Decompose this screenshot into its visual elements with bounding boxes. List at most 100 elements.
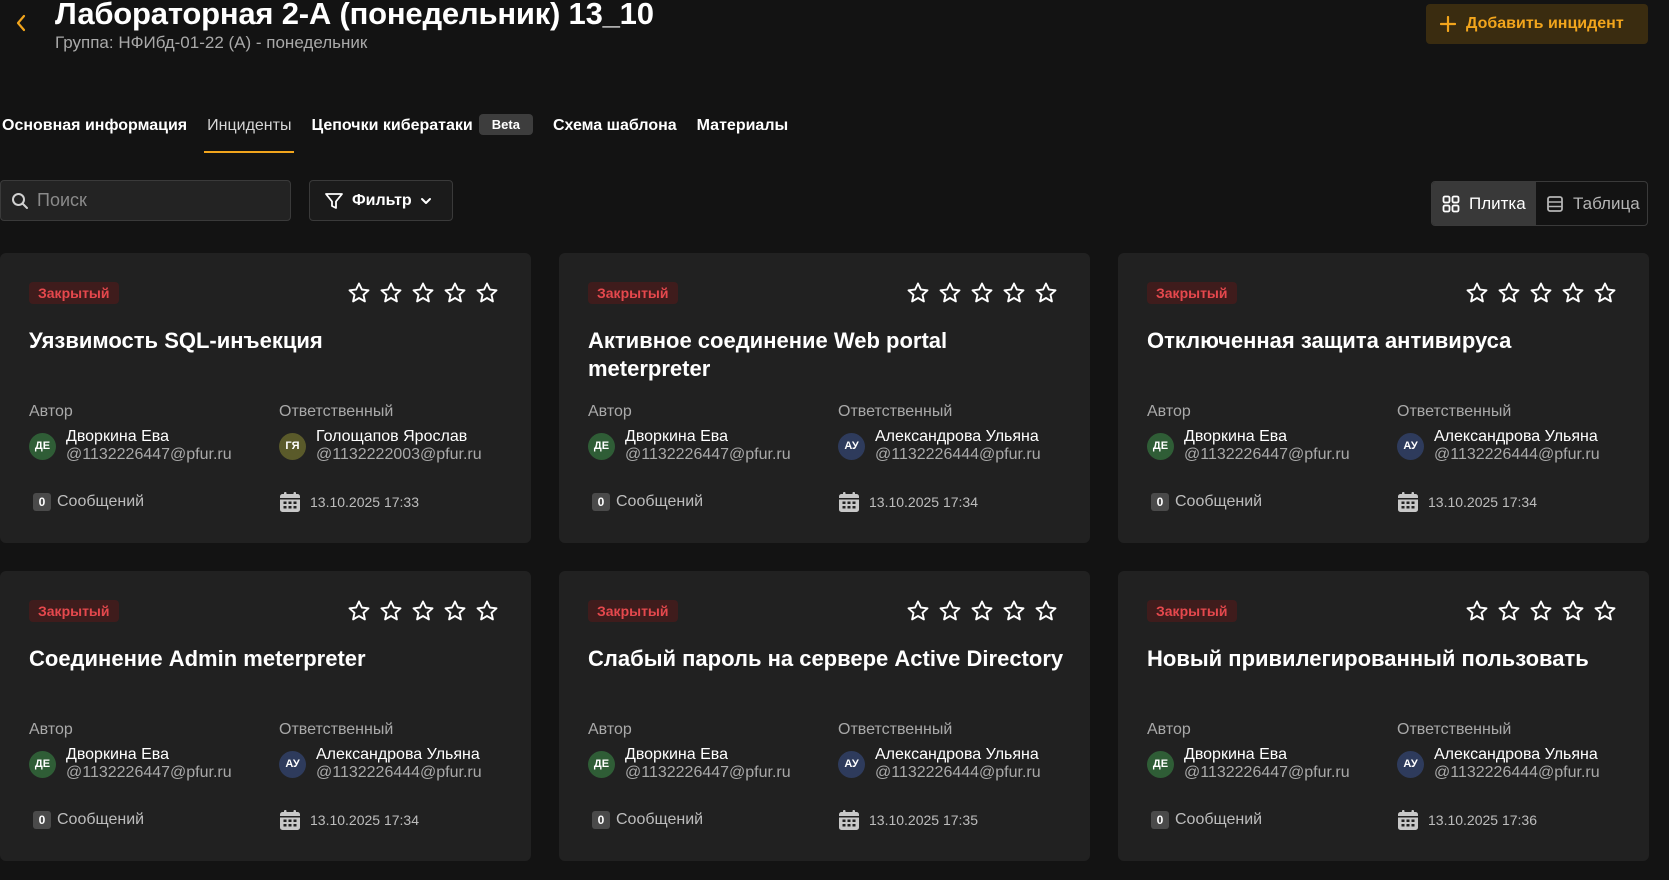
star-icon[interactable] <box>379 599 403 623</box>
add-incident-button[interactable]: Добавить инцидент <box>1426 4 1648 44</box>
incident-card[interactable]: Закрытый Активное соединение Web portal … <box>559 253 1090 543</box>
star-icon[interactable] <box>475 599 499 623</box>
beta-badge: Beta <box>478 114 533 135</box>
calendar-icon <box>280 810 300 830</box>
messages-count: 0 Сообщений <box>1151 811 1262 829</box>
tab-main-info[interactable]: Основная информация <box>2 108 187 153</box>
responsible-email: @1132226444@pfur.ru <box>1434 764 1600 781</box>
back-button[interactable] <box>10 10 32 36</box>
responsible-block: Ответственный АУ Александрова Ульяна @11… <box>279 721 482 782</box>
incident-date: 13.10.2025 17:34 <box>279 809 419 831</box>
avatar: АУ <box>279 750 306 778</box>
star-icon[interactable] <box>347 281 371 305</box>
incident-card[interactable]: Закрытый Соединение Admin meterpreter Ав… <box>0 571 531 861</box>
view-tile-button[interactable]: Плитка <box>1432 182 1536 225</box>
responsible-name: Александрова Ульяна <box>875 746 1039 763</box>
filter-button[interactable]: Фильтр <box>309 180 453 221</box>
incident-card[interactable]: Закрытый Новый привилегированный пользов… <box>1118 571 1649 861</box>
search-input[interactable] <box>37 190 277 211</box>
author-block: Автор ДЕ Дворкина Ева @1132226447@pfur.r… <box>1147 403 1350 464</box>
star-icon[interactable] <box>411 599 435 623</box>
author-email: @1132226447@pfur.ru <box>1184 446 1350 463</box>
responsible-name: Александрова Ульяна <box>875 428 1039 445</box>
grid-icon <box>1442 195 1460 212</box>
filter-label: Фильтр <box>352 191 412 209</box>
responsible-email: @1132226444@pfur.ru <box>875 764 1041 781</box>
responsible-name: Александрова Ульяна <box>1434 428 1598 445</box>
incident-title: Отключенная защита антивируса <box>1147 328 1512 353</box>
responsible-label: Ответственный <box>838 403 953 420</box>
star-icon[interactable] <box>411 281 435 305</box>
messages-label: Сообщений <box>1175 493 1263 510</box>
incident-card[interactable]: Закрытый Уязвимость SQL-инъекция Автор Д… <box>0 253 531 543</box>
star-icon[interactable] <box>443 599 467 623</box>
star-icon[interactable] <box>1002 599 1026 623</box>
star-icon[interactable] <box>938 281 962 305</box>
star-icon[interactable] <box>970 281 994 305</box>
author-block: Автор ДЕ Дворкина Ева @1132226447@pfur.r… <box>1147 721 1350 782</box>
star-icon[interactable] <box>906 599 930 623</box>
status-badge: Закрытый <box>588 600 678 622</box>
table-icon <box>1547 195 1563 212</box>
star-icon[interactable] <box>1034 599 1058 623</box>
star-icon[interactable] <box>379 281 403 305</box>
star-icon[interactable] <box>1034 281 1058 305</box>
responsible-label: Ответственный <box>1397 721 1512 738</box>
incident-title: Слабый пароль на сервере Active Director… <box>588 646 1064 671</box>
author-name: Дворкина Ева <box>66 428 169 445</box>
star-icon[interactable] <box>1561 281 1585 305</box>
calendar-icon <box>280 492 300 512</box>
avatar: АУ <box>838 750 865 778</box>
incident-card[interactable]: Закрытый Слабый пароль на сервере Active… <box>559 571 1090 861</box>
author-block: Автор ДЕ Дворкина Ева @1132226447@pfur.r… <box>588 721 791 782</box>
responsible-name: Голощапов Ярослав <box>316 428 468 445</box>
star-icon[interactable] <box>1561 599 1585 623</box>
star-icon[interactable] <box>1002 281 1026 305</box>
status-badge: Закрытый <box>1147 600 1237 622</box>
star-icon[interactable] <box>938 599 962 623</box>
responsible-block: Ответственный АУ Александрова Ульяна @11… <box>838 403 1041 464</box>
date-text: 13.10.2025 17:34 <box>1428 494 1537 510</box>
responsible-name: Александрова Ульяна <box>316 746 480 763</box>
responsible-block: Ответственный АУ Александрова Ульяна @11… <box>1397 403 1600 464</box>
author-person: ДЕ Дворкина Ева @1132226447@pfur.ru <box>29 428 232 464</box>
page-title: Лабораторная 2-А (понедельник) 13_10 <box>55 0 654 31</box>
star-icon[interactable] <box>1529 281 1553 305</box>
view-table-button[interactable]: Таблица <box>1536 182 1647 225</box>
author-person: ДЕ Дворкина Ева @1132226447@pfur.ru <box>588 428 791 464</box>
avatar: ГЯ <box>279 432 306 460</box>
author-person: ДЕ Дворкина Ева @1132226447@pfur.ru <box>1147 746 1350 782</box>
status-badge: Закрытый <box>29 282 119 304</box>
tab-materials[interactable]: Материалы <box>697 108 789 153</box>
author-label: Автор <box>1147 721 1191 738</box>
author-label: Автор <box>29 721 73 738</box>
status-badge: Закрытый <box>1147 282 1237 304</box>
messages-count: 0 Сообщений <box>33 811 144 829</box>
star-icon[interactable] <box>1593 281 1617 305</box>
tab-template-schema[interactable]: Схема шаблона <box>553 108 677 153</box>
responsible-person: ГЯ Голощапов Ярослав @1132222003@pfur.ru <box>279 428 482 464</box>
tab-label: Основная информация <box>2 117 188 134</box>
view-tile-label: Плитка <box>1469 193 1526 213</box>
star-icon[interactable] <box>1465 281 1489 305</box>
tab-kill-chains[interactable]: Цепочки кибератаки Beta <box>311 108 533 153</box>
status-badge: Закрытый <box>29 600 119 622</box>
author-name: Дворкина Ева <box>625 428 728 445</box>
star-icon[interactable] <box>906 281 930 305</box>
incident-card[interactable]: Закрытый Отключенная защита антивируса А… <box>1118 253 1649 543</box>
star-icon[interactable] <box>1529 599 1553 623</box>
star-icon[interactable] <box>1497 599 1521 623</box>
star-icon[interactable] <box>1497 281 1521 305</box>
responsible-person: АУ Александрова Ульяна @1132226444@pfur.… <box>838 746 1041 782</box>
star-icon[interactable] <box>443 281 467 305</box>
author-person: ДЕ Дворкина Ева @1132226447@pfur.ru <box>29 746 232 782</box>
star-icon[interactable] <box>1465 599 1489 623</box>
message-count-badge: 0 <box>592 493 610 511</box>
tab-incidents[interactable]: Инциденты <box>204 108 295 153</box>
star-icon[interactable] <box>347 599 371 623</box>
star-icon[interactable] <box>970 599 994 623</box>
tab-label: Материалы <box>696 117 789 134</box>
star-icon[interactable] <box>1593 599 1617 623</box>
responsible-person: АУ Александрова Ульяна @1132226444@pfur.… <box>1397 428 1600 464</box>
star-icon[interactable] <box>475 281 499 305</box>
